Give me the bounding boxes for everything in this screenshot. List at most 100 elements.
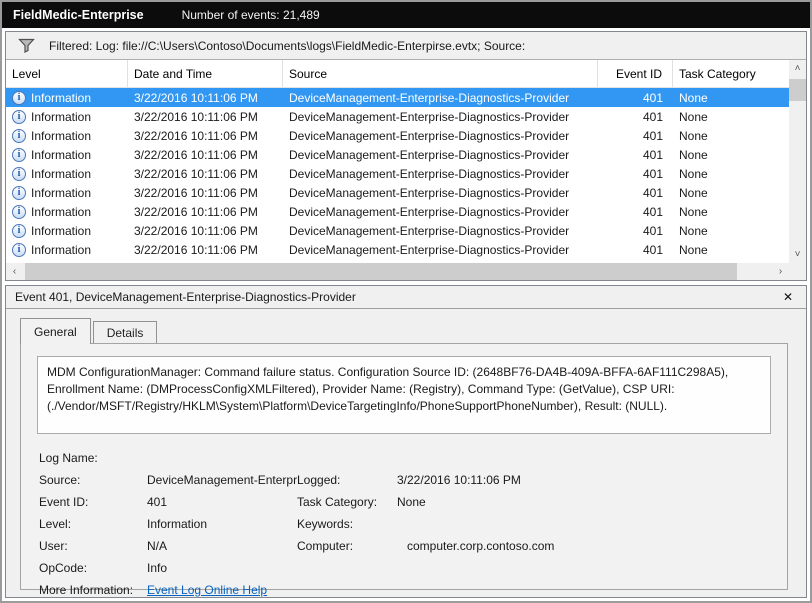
table-row[interactable]: i Information 3/22/2016 10:11:06 PM Devi…: [6, 240, 789, 259]
keywords-label: Keywords:: [297, 517, 397, 531]
row-event-id: 401: [598, 240, 673, 259]
task-category-value: None: [397, 495, 771, 509]
row-date-time: 3/22/2016 10:11:06 PM: [128, 202, 283, 221]
opcode-label: OpCode:: [39, 561, 147, 575]
horizontal-scroll-track[interactable]: [23, 263, 772, 280]
information-icon: i: [12, 167, 26, 181]
event-preview-pane: Event 401, DeviceManagement-Enterprise-D…: [5, 285, 807, 598]
scroll-left-arrow[interactable]: ‹: [6, 263, 23, 280]
preview-title: Event 401, DeviceManagement-Enterprise-D…: [15, 290, 356, 304]
row-task-category: None: [673, 202, 789, 221]
tab-details[interactable]: Details: [93, 321, 158, 343]
table-rows: i Information 3/22/2016 10:11:06 PM Devi…: [6, 88, 789, 263]
information-icon: i: [12, 129, 26, 143]
table-row[interactable]: i Information 3/22/2016 10:11:06 PM Devi…: [6, 221, 789, 240]
more-information-label: More Information:: [39, 583, 147, 597]
row-source: DeviceManagement-Enterprise-Diagnostics-…: [283, 240, 598, 259]
logged-value: 3/22/2016 10:11:06 PM: [397, 473, 771, 487]
event-table: Level Date and Time Source Event ID Task…: [6, 60, 806, 280]
opcode-value: Info: [147, 561, 297, 575]
tab-general[interactable]: General: [20, 318, 91, 344]
row-task-category: None: [673, 145, 789, 164]
row-event-id: 401: [598, 107, 673, 126]
row-date-time: 3/22/2016 10:11:06 PM: [128, 183, 283, 202]
scroll-right-arrow[interactable]: ›: [772, 263, 789, 280]
column-header-level[interactable]: Level: [6, 60, 128, 87]
information-icon: i: [12, 91, 26, 105]
table-header-row: Level Date and Time Source Event ID Task…: [6, 60, 789, 88]
row-date-time: 3/22/2016 10:11:06 PM: [128, 221, 283, 240]
row-event-id: 401: [598, 202, 673, 221]
table-row[interactable]: i Information 3/22/2016 10:11:06 PM Devi…: [6, 164, 789, 183]
event-list-panel: Filtered: Log: file://C:\Users\Contoso\D…: [5, 31, 807, 281]
horizontal-scrollbar[interactable]: ‹ ›: [6, 263, 789, 280]
column-header-source[interactable]: Source: [283, 60, 598, 87]
row-level: Information: [31, 148, 91, 162]
row-source: DeviceManagement-Enterprise-Diagnostics-…: [283, 126, 598, 145]
vertical-scroll-thumb[interactable]: [789, 79, 806, 101]
row-level: Information: [31, 243, 91, 257]
level-value: Information: [147, 517, 297, 531]
row-source: DeviceManagement-Enterprise-Diagnostics-…: [283, 183, 598, 202]
row-task-category: None: [673, 221, 789, 240]
row-task-category: None: [673, 240, 789, 259]
user-value: N/A: [147, 539, 297, 553]
title-bar: FieldMedic-Enterprise Number of events: …: [2, 2, 810, 28]
source-label: Source:: [39, 473, 147, 487]
row-level: Information: [31, 110, 91, 124]
scroll-up-arrow[interactable]: ˄: [789, 60, 806, 77]
filter-funnel-icon: [18, 38, 35, 53]
event-id-value: 401: [147, 495, 297, 509]
event-viewer-window: FieldMedic-Enterprise Number of events: …: [0, 0, 812, 603]
information-icon: i: [12, 243, 26, 257]
row-event-id: 401: [598, 221, 673, 240]
filter-description: Filtered: Log: file://C:\Users\Contoso\D…: [49, 39, 525, 53]
scroll-down-arrow[interactable]: ˅: [789, 246, 806, 263]
column-header-date[interactable]: Date and Time: [128, 60, 283, 87]
row-level: Information: [31, 224, 91, 238]
level-label: Level:: [39, 517, 147, 531]
table-row[interactable]: i Information 3/22/2016 10:11:06 PM Devi…: [6, 126, 789, 145]
horizontal-scroll-thumb[interactable]: [25, 263, 737, 280]
row-task-category: None: [673, 126, 789, 145]
information-icon: i: [12, 148, 26, 162]
row-source: DeviceManagement-Enterprise-Diagnostics-…: [283, 145, 598, 164]
source-value: DeviceManagement-Enterpr: [147, 473, 297, 487]
information-icon: i: [12, 205, 26, 219]
close-icon[interactable]: ✕: [779, 290, 797, 304]
column-header-event-id[interactable]: Event ID: [598, 60, 673, 87]
column-header-task-category[interactable]: Task Category: [673, 60, 789, 87]
row-date-time: 3/22/2016 10:11:06 PM: [128, 88, 283, 107]
row-source: DeviceManagement-Enterprise-Diagnostics-…: [283, 221, 598, 240]
preview-tabs: General Details: [20, 317, 806, 343]
table-row[interactable]: i Information 3/22/2016 10:11:06 PM Devi…: [6, 88, 789, 107]
row-date-time: 3/22/2016 10:11:06 PM: [128, 145, 283, 164]
row-date-time: 3/22/2016 10:11:06 PM: [128, 164, 283, 183]
computer-value: computer.corp.contoso.com: [397, 539, 771, 553]
row-level: Information: [31, 167, 91, 181]
logged-label: Logged:: [297, 473, 397, 487]
table-row[interactable]: i Information 3/22/2016 10:11:06 PM Devi…: [6, 145, 789, 164]
event-id-label: Event ID:: [39, 495, 147, 509]
vertical-scroll-track[interactable]: [789, 77, 806, 246]
table-row[interactable]: i Information 3/22/2016 10:11:06 PM Devi…: [6, 183, 789, 202]
table-row[interactable]: i Information 3/22/2016 10:11:06 PM Devi…: [6, 107, 789, 126]
row-level: Information: [31, 205, 91, 219]
user-label: User:: [39, 539, 147, 553]
row-date-time: 3/22/2016 10:11:06 PM: [128, 240, 283, 259]
events-count: Number of events: 21,489: [182, 8, 320, 22]
row-level: Information: [31, 91, 91, 105]
row-event-id: 401: [598, 183, 673, 202]
vertical-scrollbar[interactable]: ˄ ˅: [789, 60, 806, 280]
event-log-online-help-link[interactable]: Event Log Online Help: [147, 583, 267, 597]
row-event-id: 401: [598, 126, 673, 145]
table-row[interactable]: i Information 3/22/2016 10:11:06 PM Devi…: [6, 202, 789, 221]
preview-header: Event 401, DeviceManagement-Enterprise-D…: [6, 286, 806, 309]
row-event-id: 401: [598, 88, 673, 107]
general-tab-page: MDM ConfigurationManager: Command failur…: [20, 343, 788, 590]
event-fields: Log Name: Source: DeviceManagement-Enter…: [37, 447, 771, 601]
row-source: DeviceManagement-Enterprise-Diagnostics-…: [283, 202, 598, 221]
row-source: DeviceManagement-Enterprise-Diagnostics-…: [283, 164, 598, 183]
row-source: DeviceManagement-Enterprise-Diagnostics-…: [283, 88, 598, 107]
information-icon: i: [12, 224, 26, 238]
